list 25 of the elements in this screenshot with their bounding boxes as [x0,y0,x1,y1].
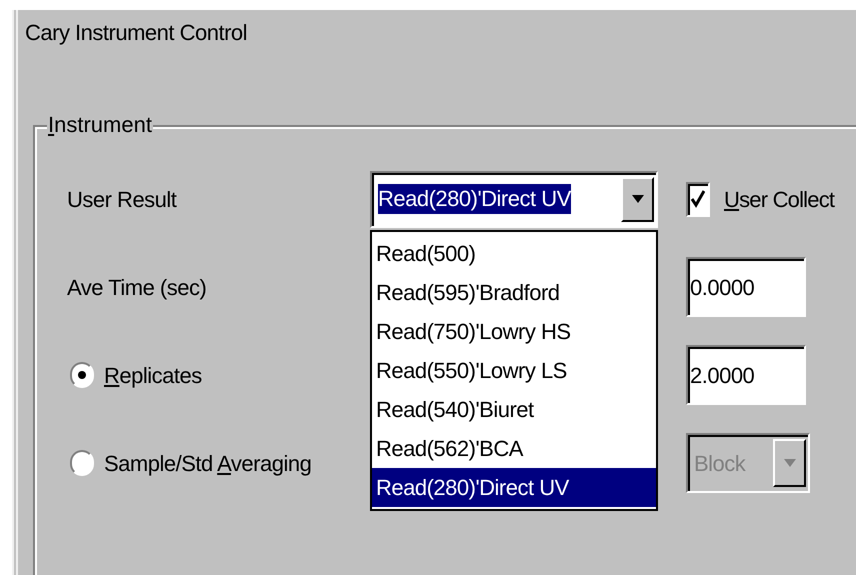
field-label: User Result [67,186,178,214]
radio-label: Sample/Std Averaging [104,450,312,478]
caret-icon [632,195,644,203]
dropdown-button[interactable] [621,176,654,222]
input-field[interactable]: 0.0000 [686,257,806,317]
user-result-dropdown[interactable]: Read(280)'Direct UV [370,170,658,228]
checkbox-label: User Collect [724,186,834,214]
dropdown-option[interactable]: Read(540)'Biuret [372,390,656,428]
radio-label: Replicates [104,362,202,390]
caret-icon [784,459,796,467]
field-label: Ave Time (sec) [67,274,208,302]
dropdown-option[interactable]: Read(595)'Bradford [372,272,656,312]
dropdown-value: Block [694,450,746,478]
input-field[interactable]: 2.0000 [686,345,806,405]
dropdown-option[interactable]: Read(562)'BCA [372,428,656,468]
dropdown-option[interactable]: Read(280)'Direct UV [372,468,656,506]
dropdown-option[interactable]: Read(550)'Lowry LS [372,350,656,390]
selected-value: Read(280)'Direct UV [378,184,571,214]
checkmark-icon [691,189,705,209]
radio-button[interactable] [70,362,94,388]
window-title: Cary Instrument Control [25,19,248,47]
dropdown-option[interactable]: Read(750)'Lowry HS [372,312,656,350]
radio-button[interactable] [70,450,94,476]
checkbox[interactable] [686,182,710,216]
dropdown-option[interactable]: Read(500) [372,234,656,272]
